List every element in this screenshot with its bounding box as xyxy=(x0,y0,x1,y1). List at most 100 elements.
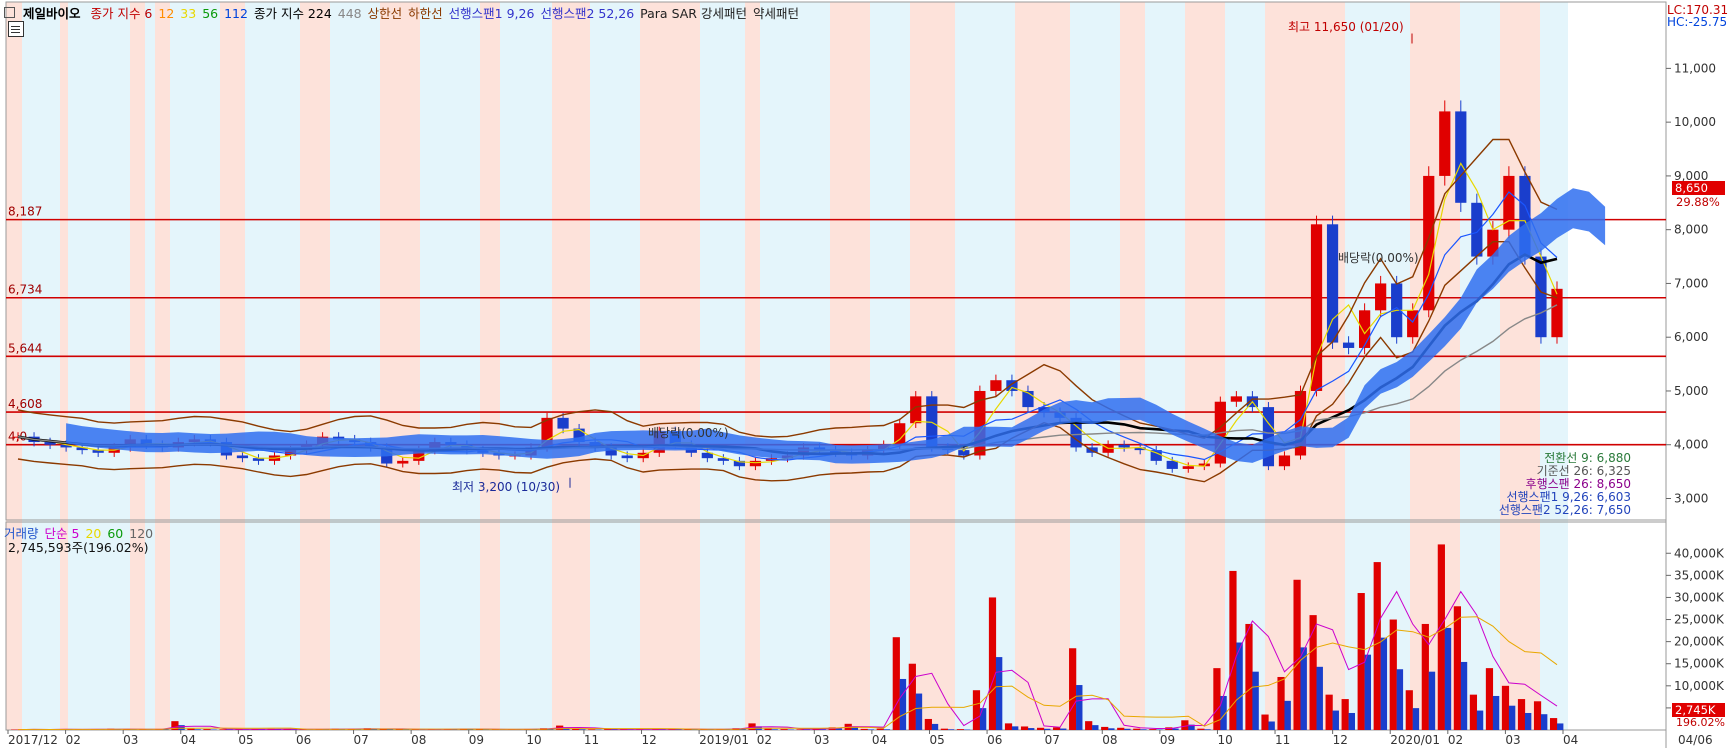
volume-bar-up xyxy=(1373,562,1381,730)
background-band xyxy=(1265,2,1345,730)
x-end-label: 04/06 xyxy=(1678,733,1713,747)
volume-bar-up xyxy=(1549,718,1558,730)
hc-readout: HC:-25.75 xyxy=(1667,15,1728,29)
volume-bar-down xyxy=(771,729,778,730)
price-legend-item[interactable]: 112 xyxy=(224,6,248,21)
price-legend-item[interactable]: 12 xyxy=(158,6,174,21)
table-icon[interactable] xyxy=(8,21,24,37)
x-tick-label: 11 xyxy=(1275,733,1290,747)
price-legend-item[interactable]: 33 xyxy=(180,6,196,21)
background-band xyxy=(130,2,145,730)
volume-bar-up xyxy=(1261,714,1269,730)
background-band xyxy=(170,2,220,730)
volume-bar-up xyxy=(924,718,932,730)
ichimoku-readout-line: 선행스팬2 52,26: 7,650 xyxy=(1498,503,1631,517)
price-legend-item[interactable]: 종가 지수 224 xyxy=(254,6,332,21)
volume-bar-up xyxy=(1517,699,1526,730)
volume-bar-down xyxy=(1364,654,1372,730)
volume-bar-up xyxy=(1101,726,1109,730)
price-legend-item[interactable]: 선행스팬1 9,26 xyxy=(449,6,535,21)
price-change: 29.88% xyxy=(1676,195,1720,209)
x-tick-label: 04 xyxy=(872,733,887,747)
level-label: 6,734 xyxy=(8,283,42,297)
candle-body xyxy=(557,417,569,429)
volume-bar-down xyxy=(1556,723,1564,730)
candle-body xyxy=(1166,460,1178,469)
x-tick-label: 12 xyxy=(642,733,657,747)
volume-bar-down xyxy=(1316,666,1323,730)
price-legend-item[interactable]: 56 xyxy=(202,6,218,21)
price-legend-item[interactable]: 상한선 xyxy=(368,6,403,21)
price-legend-item[interactable]: Para SAR 강세패턴 xyxy=(640,6,747,21)
price-legend-item[interactable]: 선행스팬2 52,26 xyxy=(540,6,634,21)
price-tick-label: 4,000 xyxy=(1674,438,1708,452)
candle-body xyxy=(1326,224,1339,343)
candle-body xyxy=(621,455,633,459)
volume-bar-up xyxy=(203,729,211,730)
volume-bar-up xyxy=(1309,615,1317,730)
volume-bar-down xyxy=(1332,710,1339,730)
volume-bar-up xyxy=(1036,727,1045,730)
x-tick-label: 08 xyxy=(411,733,426,747)
background-band xyxy=(68,2,130,730)
price-legend-item[interactable]: 448 xyxy=(338,6,362,21)
x-tick-label: 06 xyxy=(987,733,1002,747)
background-band xyxy=(1120,2,1145,730)
background-band xyxy=(870,2,910,730)
volume-bar-up xyxy=(1453,606,1461,730)
volume-bar-down xyxy=(1092,725,1099,730)
volume-bar-up xyxy=(988,597,997,730)
volume-bar-up xyxy=(1133,728,1141,730)
x-tick-label: 07 xyxy=(354,733,369,747)
background-band xyxy=(220,2,245,730)
volume-bar-up xyxy=(860,728,868,730)
price-badge: 8,650 xyxy=(1672,181,1725,195)
candle-body xyxy=(1503,175,1515,230)
volume-bar-up xyxy=(1389,619,1397,730)
x-tick-label: 05 xyxy=(929,733,944,747)
x-tick-label: 10 xyxy=(1217,733,1232,747)
price-tick-label: 5,000 xyxy=(1674,384,1708,398)
chart-canvas: 3,0004,0005,0006,0007,0008,0009,00010,00… xyxy=(5,1,1725,748)
level-label: 8,187 xyxy=(8,205,42,219)
volume-bar-down xyxy=(1524,712,1532,730)
price-legend-item[interactable]: 종가 지수 6 xyxy=(90,6,152,21)
volume-bar-down xyxy=(1476,710,1484,730)
volume-pct: 196.02% xyxy=(1676,716,1725,729)
background-band xyxy=(145,2,155,730)
background-band xyxy=(760,2,830,730)
candle-body xyxy=(397,460,409,464)
background-band xyxy=(640,2,700,730)
volume-bar-down xyxy=(1508,705,1516,730)
background-band xyxy=(1500,2,1540,730)
volume-bar-up xyxy=(1533,701,1542,730)
candle-body xyxy=(1182,466,1194,469)
price-legend-item[interactable]: 약세패턴 xyxy=(753,6,799,21)
volume-bar-up xyxy=(1229,570,1237,730)
background-band xyxy=(480,2,500,730)
volume-tick-label: 25,000K xyxy=(1674,613,1725,627)
stock-title[interactable]: 제일바이오 xyxy=(23,6,81,21)
candle-body xyxy=(1118,444,1130,448)
volume-bar-up xyxy=(1069,648,1077,730)
volume-bar-up xyxy=(219,729,227,730)
volume-bar-up xyxy=(1293,579,1301,730)
volume-bar-up xyxy=(956,729,965,730)
volume-bar-up xyxy=(908,663,916,730)
volume-bar-up xyxy=(1469,694,1478,730)
volume-bar-down xyxy=(947,729,955,730)
price-tick-label: 10,000 xyxy=(1674,115,1716,129)
volume-bar-down xyxy=(1412,708,1420,730)
x-tick-label: 09 xyxy=(469,733,484,747)
background-band xyxy=(420,2,480,730)
background-band xyxy=(910,2,955,730)
volume-tick-label: 40,000K xyxy=(1674,546,1725,560)
price-legend-item[interactable]: 하한선 xyxy=(408,6,443,21)
x-tick-label: 09 xyxy=(1160,733,1175,747)
x-tick-label: 2020/01 xyxy=(1390,733,1440,747)
x-tick-label: 02 xyxy=(66,733,81,747)
volume-bar-down xyxy=(883,729,891,730)
background-band xyxy=(1460,2,1500,730)
x-tick-label: 05 xyxy=(238,733,253,747)
background-band xyxy=(1185,2,1225,730)
